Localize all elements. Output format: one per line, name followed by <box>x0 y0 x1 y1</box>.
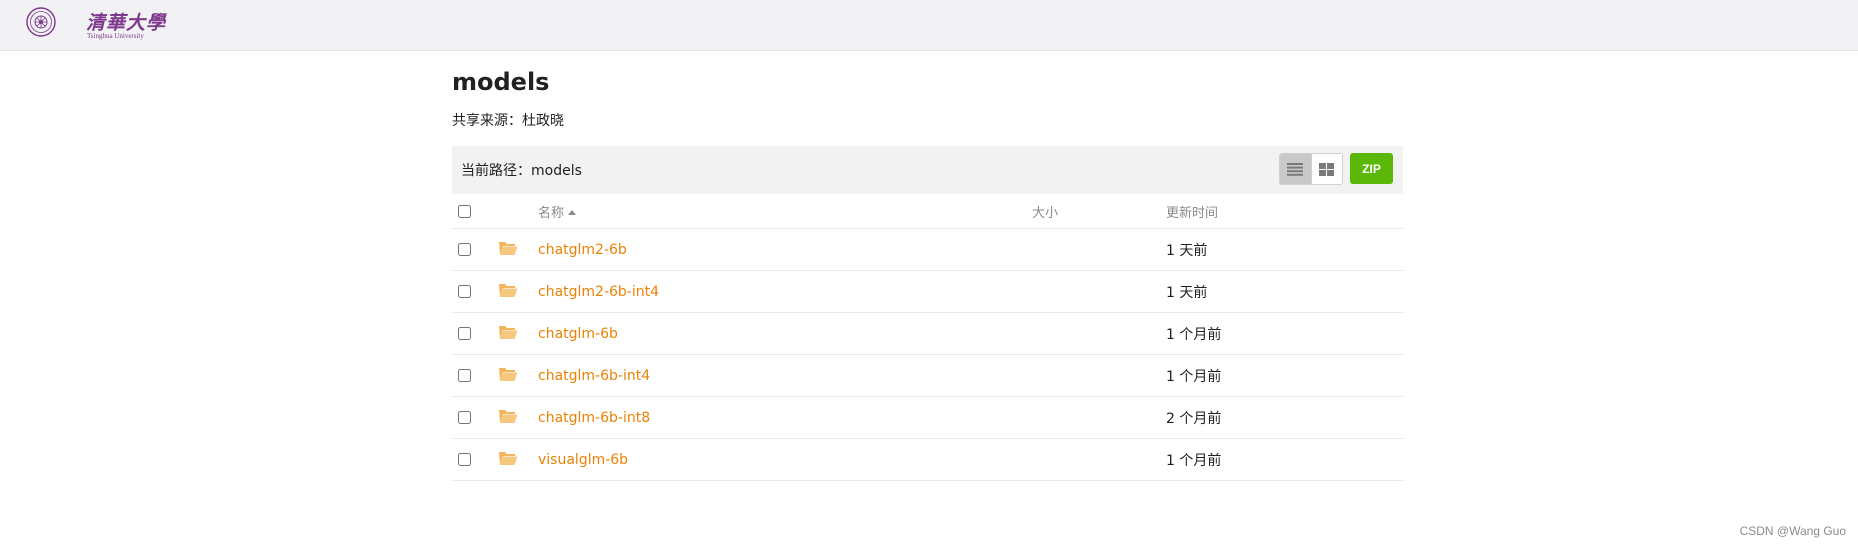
page-title: models <box>452 68 550 96</box>
list-view-button[interactable] <box>1280 154 1311 184</box>
row-select-cell <box>452 228 498 271</box>
list-view-icon <box>1287 162 1304 176</box>
folder-link[interactable]: chatglm-6b-int8 <box>538 410 650 426</box>
name-cell: chatglm-6b-int8 <box>538 396 1032 439</box>
name-cell: chatglm-6b <box>538 312 1032 355</box>
table-row[interactable]: chatglm-6b-int8 2 个月前 <box>452 396 1403 439</box>
share-source: 共享来源：杜政晓 <box>452 113 564 129</box>
icon-column-header <box>498 194 538 229</box>
name-cell: chatglm2-6b <box>538 228 1032 271</box>
row-checkbox[interactable] <box>458 327 471 340</box>
folder-icon-cell <box>498 228 538 271</box>
tsinghua-logo[interactable]: 清華大學 Tsinghua University <box>26 5 165 40</box>
folder-icon <box>499 283 518 297</box>
table-header-row: 名称 大小 更新时间 <box>452 194 1403 229</box>
logo-english-text: Tsinghua University <box>87 32 144 40</box>
folder-icon-cell <box>498 396 538 439</box>
folder-icon <box>499 241 518 255</box>
name-column-label: 名称 <box>538 205 565 221</box>
grid-view-button[interactable] <box>1310 154 1342 184</box>
name-cell: chatglm-6b-int4 <box>538 354 1032 397</box>
view-toggle <box>1279 153 1343 185</box>
time-cell: 1 天前 <box>1166 270 1403 313</box>
file-table: 名称 大小 更新时间 chatglm2-6b 1 天前 chatglm2-6b-… <box>452 194 1403 481</box>
row-checkbox[interactable] <box>458 369 471 382</box>
folder-link[interactable]: visualglm-6b <box>538 452 628 468</box>
time-column-label: 更新时间 <box>1166 205 1219 221</box>
row-checkbox[interactable] <box>458 411 471 424</box>
table-row[interactable]: chatglm-6b-int4 1 个月前 <box>452 354 1403 397</box>
current-path: 当前路径：models <box>461 163 582 179</box>
row-select-cell <box>452 312 498 355</box>
table-row[interactable]: chatglm2-6b-int4 1 天前 <box>452 270 1403 313</box>
size-column-header[interactable]: 大小 <box>1032 194 1166 229</box>
size-cell <box>1032 228 1166 271</box>
time-cell: 1 个月前 <box>1166 354 1403 397</box>
top-bar: 清華大學 Tsinghua University <box>0 0 1858 51</box>
time-column-header[interactable]: 更新时间 <box>1166 194 1403 229</box>
logo-chinese-text: 清華大學 <box>86 12 167 34</box>
row-select-cell <box>452 270 498 313</box>
size-cell <box>1032 396 1166 439</box>
time-cell: 1 天前 <box>1166 228 1403 271</box>
path-bar: 当前路径：models ZIP <box>452 146 1403 194</box>
grid-view-icon <box>1319 162 1335 176</box>
select-all-cell <box>452 194 498 229</box>
table-row[interactable]: chatglm-6b 1 个月前 <box>452 312 1403 355</box>
time-cell: 1 个月前 <box>1166 312 1403 355</box>
tsinghua-seal-icon <box>26 7 56 37</box>
folder-icon <box>499 409 518 423</box>
folder-link[interactable]: chatglm2-6b <box>538 242 627 258</box>
folder-link[interactable]: chatglm-6b <box>538 326 618 342</box>
name-cell: chatglm2-6b-int4 <box>538 270 1032 313</box>
folder-icon <box>499 325 518 339</box>
name-column-header[interactable]: 名称 <box>538 194 1032 229</box>
size-cell <box>1032 270 1166 313</box>
folder-icon <box>499 451 518 465</box>
row-checkbox[interactable] <box>458 243 471 256</box>
time-cell: 1 个月前 <box>1166 438 1403 481</box>
size-column-label: 大小 <box>1032 205 1059 221</box>
size-cell <box>1032 438 1166 481</box>
file-list: chatglm2-6b 1 天前 chatglm2-6b-int4 1 天前 c… <box>452 228 1403 481</box>
table-row[interactable]: chatglm2-6b 1 天前 <box>452 228 1403 271</box>
table-row[interactable]: visualglm-6b 1 个月前 <box>452 438 1403 481</box>
folder-icon-cell <box>498 438 538 481</box>
row-checkbox[interactable] <box>458 453 471 466</box>
watermark-credit: CSDN @Wang Guo <box>1739 524 1846 538</box>
folder-link[interactable]: chatglm2-6b-int4 <box>538 284 659 300</box>
folder-icon-cell <box>498 312 538 355</box>
size-cell <box>1032 354 1166 397</box>
time-cell: 2 个月前 <box>1166 396 1403 439</box>
folder-link[interactable]: chatglm-6b-int4 <box>538 368 650 384</box>
select-all-checkbox[interactable] <box>458 204 471 218</box>
row-select-cell <box>452 354 498 397</box>
folder-icon <box>499 367 518 381</box>
row-select-cell <box>452 396 498 439</box>
row-checkbox[interactable] <box>458 285 471 298</box>
folder-icon-cell <box>498 354 538 397</box>
folder-icon-cell <box>498 270 538 313</box>
sort-ascending-icon <box>568 209 577 215</box>
zip-download-button[interactable]: ZIP <box>1350 153 1393 184</box>
size-cell <box>1032 312 1166 355</box>
name-cell: visualglm-6b <box>538 438 1032 481</box>
row-select-cell <box>452 438 498 481</box>
